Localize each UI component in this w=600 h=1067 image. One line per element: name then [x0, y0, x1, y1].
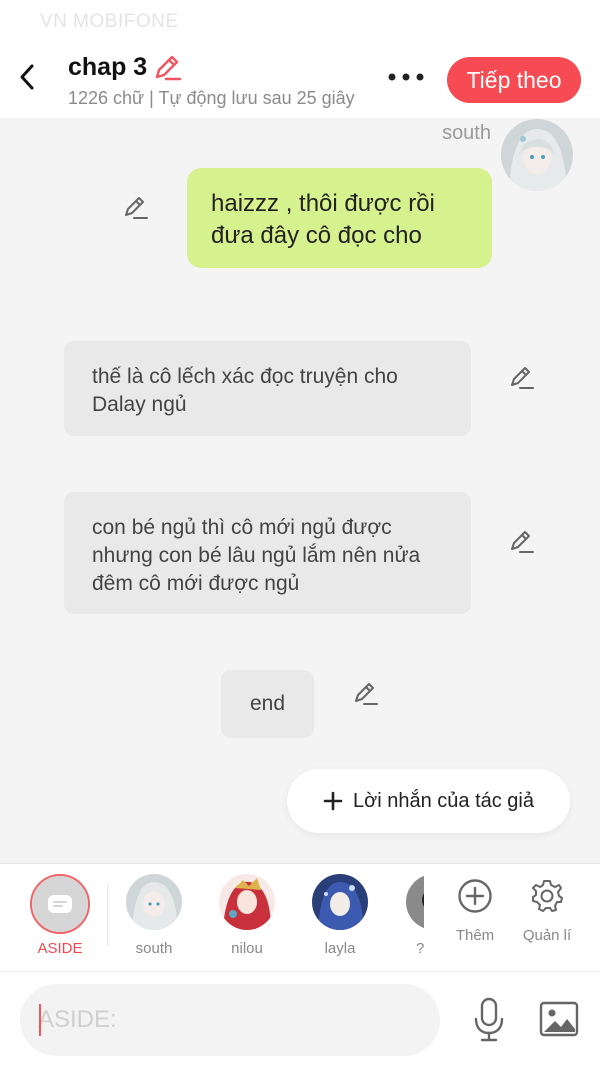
pencil-icon	[511, 367, 534, 389]
microphone-icon	[474, 997, 504, 1042]
chapter-title: chap 3	[68, 53, 148, 81]
pencil-icon	[125, 197, 148, 219]
status-bar: VN MOBIFONE	[0, 0, 600, 46]
character-label: ?	[416, 940, 424, 957]
manage-characters-button[interactable]: Quản lí	[512, 878, 582, 944]
narration-bubble[interactable]: con bé ngủ thì cô mới ngủ được nhưng con…	[64, 492, 471, 614]
avatar	[406, 874, 424, 930]
chevron-left-icon	[20, 64, 34, 90]
edit-title-button[interactable]	[152, 53, 182, 83]
character-label: nilou	[231, 940, 263, 957]
gear-icon	[532, 880, 563, 912]
back-button[interactable]	[12, 60, 42, 94]
narration-bubble[interactable]: thế là cô lếch xác đọc truyện cho Dalay …	[64, 341, 471, 436]
carrier-label: VN MOBIFONE	[40, 11, 179, 32]
message-input[interactable]	[20, 984, 440, 1056]
plus-icon	[323, 791, 343, 811]
character-label: layla	[324, 940, 356, 957]
character-south[interactable]: south	[114, 874, 194, 957]
message-bubble[interactable]: haizzz , thôi được rồi đưa đây cô đọc ch…	[187, 168, 492, 268]
pencil-icon	[155, 55, 182, 81]
voice-button[interactable]	[468, 994, 510, 1046]
character-nilou[interactable]: nilou	[207, 874, 287, 957]
add-label: Thêm	[455, 927, 495, 944]
character-layla[interactable]: layla	[300, 874, 380, 957]
add-circle-icon	[458, 879, 492, 913]
narration-bubble[interactable]: end	[221, 670, 314, 738]
character-aside[interactable]: ASIDE	[20, 874, 100, 957]
author-note-label: Lời nhắn của tác giả	[352, 789, 534, 812]
pencil-icon	[511, 531, 534, 553]
image-icon	[539, 1001, 579, 1037]
edit-narration-button[interactable]	[508, 364, 538, 394]
input-row	[0, 971, 600, 1067]
avatar[interactable]	[501, 119, 573, 191]
sender-name: south	[442, 122, 491, 144]
avatar-south-image	[501, 119, 573, 191]
avatar-unknown-image	[406, 874, 424, 930]
more-button[interactable]	[385, 64, 427, 90]
message-icon	[48, 895, 72, 913]
edit-narration-button[interactable]	[508, 528, 538, 558]
add-character-button[interactable]: Thêm	[440, 878, 510, 944]
author-note-button[interactable]: Lời nhắn của tác giả	[287, 769, 570, 833]
header: chap 3 1226 chữ | Tự động lưu sau 25 giâ…	[0, 46, 600, 118]
character-label: south	[135, 940, 173, 957]
pencil-icon	[355, 683, 378, 705]
character-unknown[interactable]: ?	[380, 874, 424, 957]
avatar	[219, 874, 275, 930]
manage-label: Quản lí	[522, 927, 572, 944]
text-caret	[39, 1004, 41, 1036]
avatar-layla-image	[312, 874, 368, 930]
aside-avatar	[32, 876, 88, 932]
edit-narration-button[interactable]	[352, 680, 382, 710]
aside-ring	[30, 874, 90, 934]
character-label: ASIDE	[37, 940, 83, 957]
next-button[interactable]: Tiếp theo	[447, 57, 581, 103]
avatar-south-image	[126, 874, 182, 930]
avatar-nilou-image	[219, 874, 275, 930]
image-button[interactable]	[538, 998, 580, 1040]
character-bar: ASIDE south nilou layla ? Thêm Quản lí	[0, 863, 600, 971]
chat-area[interactable]: south haizzz , thôi được rồi đưa đây cô …	[0, 118, 600, 863]
divider	[107, 884, 108, 946]
avatar	[126, 874, 182, 930]
more-dots-icon	[388, 73, 424, 81]
chapter-subtitle: 1226 chữ | Tự động lưu sau 25 giây	[68, 88, 355, 108]
edit-message-button[interactable]	[122, 194, 152, 224]
avatar	[312, 874, 368, 930]
